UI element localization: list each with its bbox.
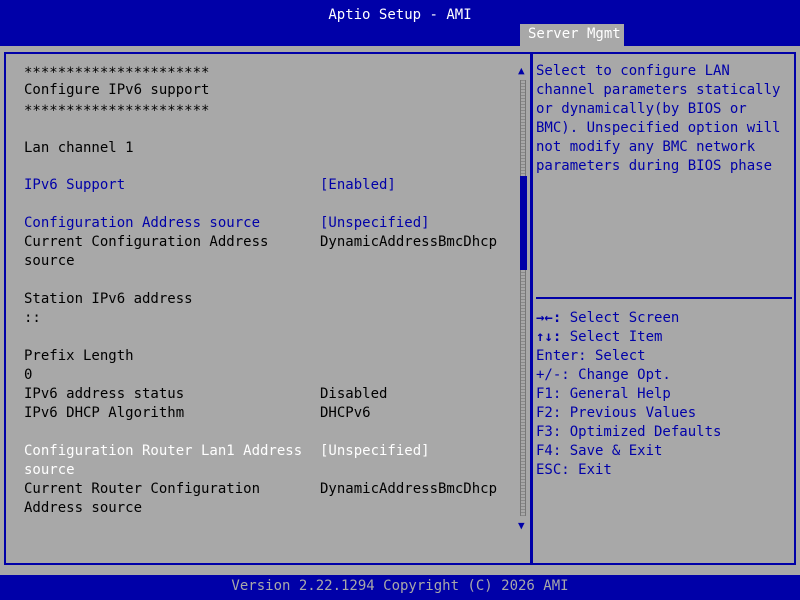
- key-esc: ESC: Exit: [536, 462, 612, 478]
- ipv6-support-value[interactable]: [Enabled]: [320, 176, 396, 195]
- help-line: channel parameters statically: [536, 82, 781, 98]
- key-enter: Enter: Select: [536, 348, 646, 364]
- help-line: BMC). Unspecified option will: [536, 120, 781, 136]
- help-divider: [536, 297, 792, 299]
- arrows-horizontal-icon: →←:: [536, 310, 562, 326]
- current-config-address-value: DynamicAddressBmcDhcp: [320, 234, 498, 250]
- version-text: Version 2.22.1294 Copyright (C) 2026 AMI: [231, 578, 569, 594]
- banner-title: Configure IPv6 support: [24, 82, 210, 98]
- current-router-config-label-2: Address source: [24, 500, 143, 516]
- help-line: parameters during BIOS phase: [536, 158, 773, 174]
- lan-channel-label: Lan channel 1: [24, 140, 134, 156]
- help-line: Select to configure LAN: [536, 63, 730, 79]
- key-select-item: ↑↓: Select Item: [536, 328, 662, 347]
- prefix-length-value: 0: [24, 367, 33, 383]
- help-line: not modify any BMC network: [536, 139, 756, 155]
- current-config-address-label-1: Current Configuration Address: [24, 234, 269, 250]
- config-router-lan1-label-2[interactable]: source: [24, 461, 75, 480]
- current-config-address-label-2: source: [24, 253, 75, 269]
- panel-divider: [530, 52, 533, 565]
- config-router-lan1-value[interactable]: [Unspecified]: [320, 442, 430, 461]
- config-address-source-label[interactable]: Configuration Address source: [24, 214, 260, 233]
- arrow-down-icon[interactable]: ▼: [518, 519, 525, 533]
- station-ipv6-value: ::: [24, 310, 41, 326]
- arrow-up-icon[interactable]: ▲: [518, 64, 525, 78]
- station-ipv6-label: Station IPv6 address: [24, 291, 193, 307]
- help-line: or dynamically(by BIOS or: [536, 101, 747, 117]
- prefix-length-label: Prefix Length: [24, 348, 134, 364]
- tab-server-mgmt-label[interactable]: Server Mgmt: [528, 25, 621, 44]
- app-title: Aptio Setup - AMI: [328, 7, 472, 23]
- config-router-lan1-label-1[interactable]: Configuration Router Lan1 Address: [24, 442, 302, 461]
- key-f2: F2: Previous Values: [536, 405, 697, 421]
- ipv6-dhcp-algorithm-label: IPv6 DHCP Algorithm: [24, 405, 185, 421]
- key-select-screen: →←: Select Screen: [536, 309, 679, 328]
- key-f3: F3: Optimized Defaults: [536, 424, 722, 440]
- current-router-config-label-1: Current Router Configuration: [24, 481, 261, 497]
- scrollbar-thumb[interactable]: [520, 176, 527, 270]
- current-router-config-value: DynamicAddressBmcDhcp: [320, 481, 498, 497]
- config-address-source-value[interactable]: [Unspecified]: [320, 214, 430, 233]
- ipv6-support-label[interactable]: IPv6 Support: [24, 176, 125, 195]
- ipv6-dhcp-algorithm-value: DHCPv6: [320, 405, 371, 421]
- key-select-screen-action: Select Screen: [561, 310, 680, 326]
- ipv6-address-status-value: Disabled: [320, 386, 388, 402]
- scrollbar-track[interactable]: [520, 80, 526, 516]
- key-change-opt: +/-: Change Opt.: [536, 367, 671, 383]
- key-select-item-action: Select Item: [561, 329, 663, 345]
- ipv6-address-status-label: IPv6 address status: [24, 386, 185, 402]
- arrows-vertical-icon: ↑↓:: [536, 329, 562, 345]
- key-f4: F4: Save & Exit: [536, 443, 663, 459]
- key-f1: F1: General Help: [536, 386, 671, 402]
- banner-bottom: **********************: [24, 103, 210, 119]
